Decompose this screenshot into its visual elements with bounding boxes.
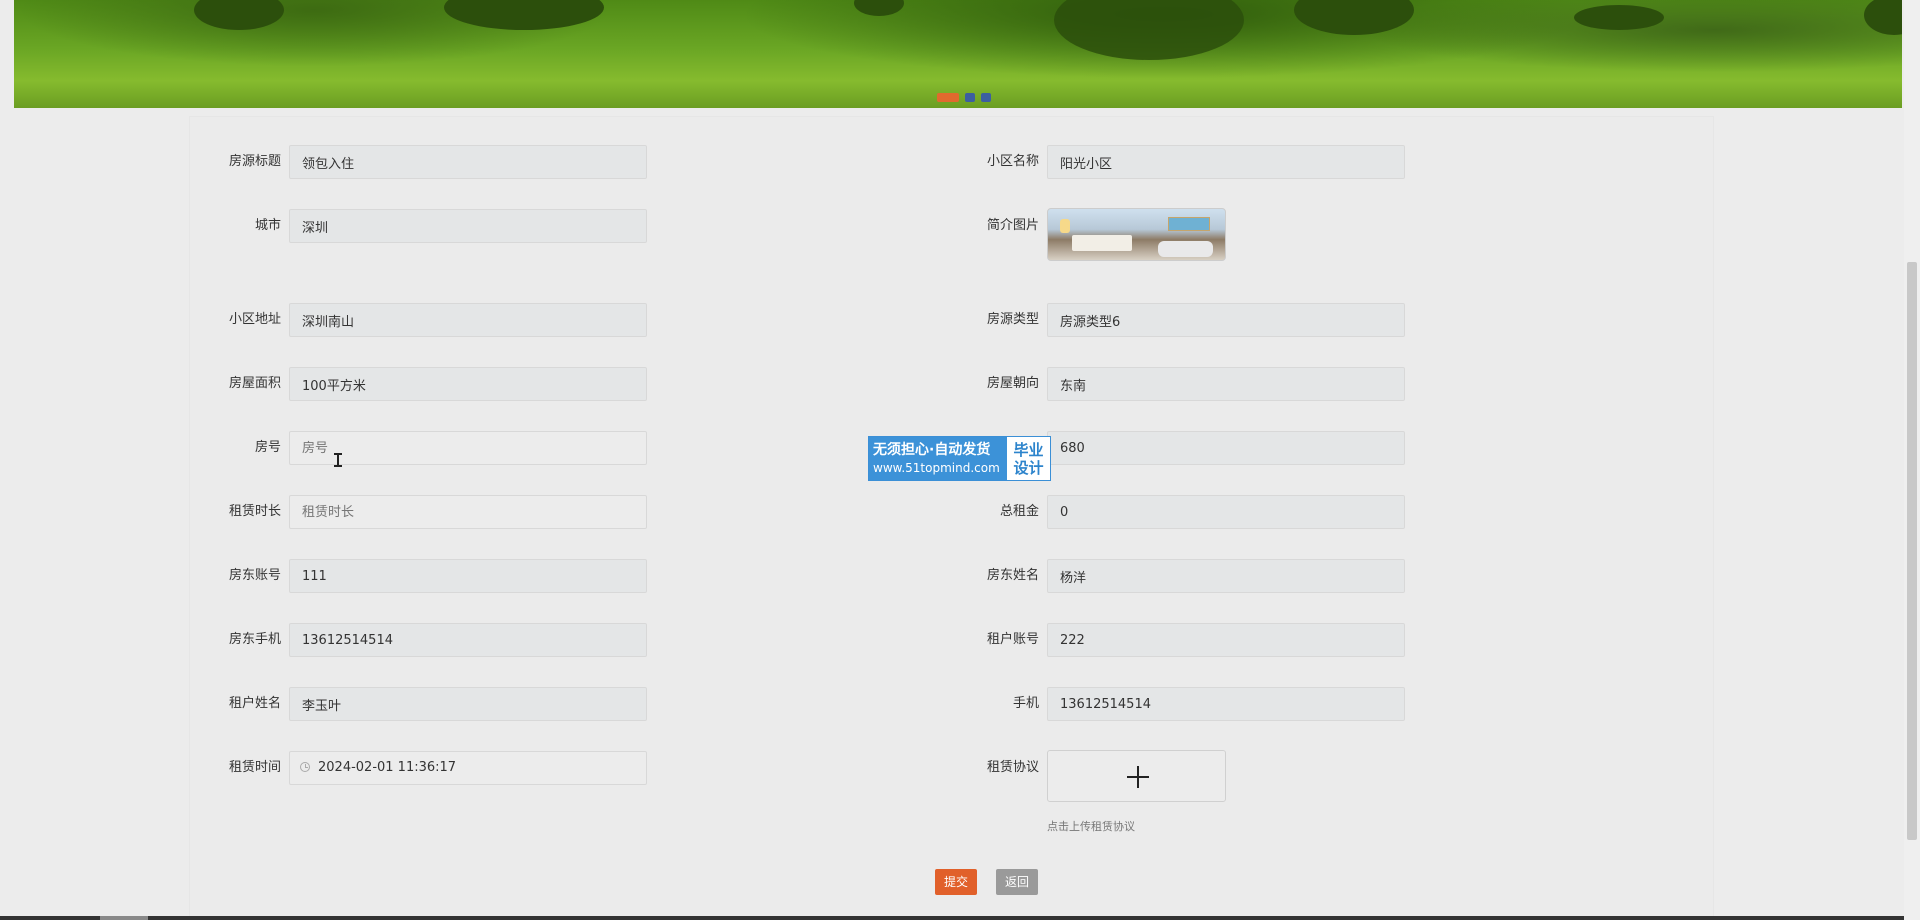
back-button[interactable]: 返回: [996, 869, 1039, 895]
carousel-dot[interactable]: [965, 93, 975, 102]
listing-type-input[interactable]: [1047, 303, 1405, 337]
label-lease-duration: 租赁时长: [228, 504, 281, 519]
label-total-rent: 总租金: [999, 504, 1039, 519]
label-house-area: 房屋面积: [228, 376, 281, 391]
carousel-dot-active[interactable]: [937, 93, 959, 102]
label-landlord-phone: 房东手机: [228, 632, 281, 647]
thumbnail-bed: [1072, 235, 1132, 251]
label-lease-time: 租赁时间: [228, 760, 281, 775]
label-listing-type: 房源类型: [986, 312, 1039, 327]
watermark-line1: 无须担心·自动发货: [873, 441, 991, 458]
banner-tree: [194, 0, 284, 30]
community-name-input[interactable]: [1047, 145, 1405, 179]
watermark-badge-label: 毕业 设计: [1007, 437, 1050, 480]
banner-tree: [1294, 0, 1414, 35]
label-room-number: 房号: [254, 440, 281, 455]
banner-tree: [1574, 5, 1664, 30]
label-lease-agreement: 租赁协议: [986, 760, 1039, 775]
watermark-badge-line2: 设计: [1013, 458, 1044, 477]
label-listing-title: 房源标题: [228, 154, 281, 169]
watermark-url: www.51topmind.com: [873, 460, 1000, 475]
clock-icon: [300, 762, 310, 772]
watermark-badge-line1: 毕业: [1013, 440, 1044, 459]
rent-input[interactable]: [1047, 431, 1405, 465]
carousel-dots: [937, 93, 991, 102]
lease-time-picker[interactable]: 2024-02-01 11:36:17: [289, 751, 647, 785]
thumbnail-sofa: [1158, 241, 1213, 257]
tenant-name-input[interactable]: [289, 687, 647, 721]
banner-carousel: [14, 0, 1902, 108]
label-city: 城市: [254, 218, 281, 233]
lease-time-value: 2024-02-01 11:36:17: [318, 760, 457, 775]
house-area-input[interactable]: [289, 367, 647, 401]
watermark-text: 无须担心·自动发货 www.51topmind.com: [869, 437, 1007, 480]
lease-agreement-upload[interactable]: [1047, 750, 1226, 802]
orientation-input[interactable]: [1047, 367, 1405, 401]
label-phone: 手机: [1012, 696, 1039, 711]
tenant-account-input[interactable]: [1047, 623, 1405, 657]
label-landlord-account: 房东账号: [228, 568, 281, 583]
submit-button[interactable]: 提交: [935, 869, 978, 895]
listing-title-input[interactable]: [289, 145, 647, 179]
label-orientation: 房屋朝向: [986, 376, 1039, 391]
carousel-dot[interactable]: [981, 93, 991, 102]
landlord-account-input[interactable]: [289, 559, 647, 593]
city-input[interactable]: [289, 209, 647, 243]
banner-tree: [444, 0, 604, 30]
label-tenant-name: 租户姓名: [228, 696, 281, 711]
banner-tree: [1864, 0, 1902, 35]
watermark-badge: 无须担心·自动发货 www.51topmind.com 毕业 设计: [868, 436, 1051, 481]
room-number-input[interactable]: [289, 431, 647, 465]
banner-tree: [854, 0, 904, 16]
bottom-bar: [0, 916, 1904, 920]
intro-image-thumbnail[interactable]: [1047, 208, 1226, 261]
landlord-name-input[interactable]: [1047, 559, 1405, 593]
total-rent-input[interactable]: [1047, 495, 1405, 529]
page-scrollbar[interactable]: [1904, 0, 1920, 920]
landlord-phone-input[interactable]: [289, 623, 647, 657]
label-tenant-account: 租户账号: [986, 632, 1039, 647]
upload-hint: 点击上传租赁协议: [1047, 820, 1135, 833]
bottom-bar-segment: [100, 916, 148, 920]
text-cursor-icon: [334, 453, 342, 467]
label-intro-image: 简介图片: [986, 218, 1039, 233]
banner-tree: [1054, 0, 1244, 60]
label-landlord-name: 房东姓名: [986, 568, 1039, 583]
label-community-address: 小区地址: [228, 312, 281, 327]
scrollbar-thumb[interactable]: [1907, 262, 1917, 840]
phone-input[interactable]: [1047, 687, 1405, 721]
lease-duration-input[interactable]: [289, 495, 647, 529]
thumbnail-lamp: [1060, 219, 1070, 233]
label-community-name: 小区名称: [986, 154, 1039, 169]
thumbnail-painting: [1168, 217, 1210, 231]
community-address-input[interactable]: [289, 303, 647, 337]
